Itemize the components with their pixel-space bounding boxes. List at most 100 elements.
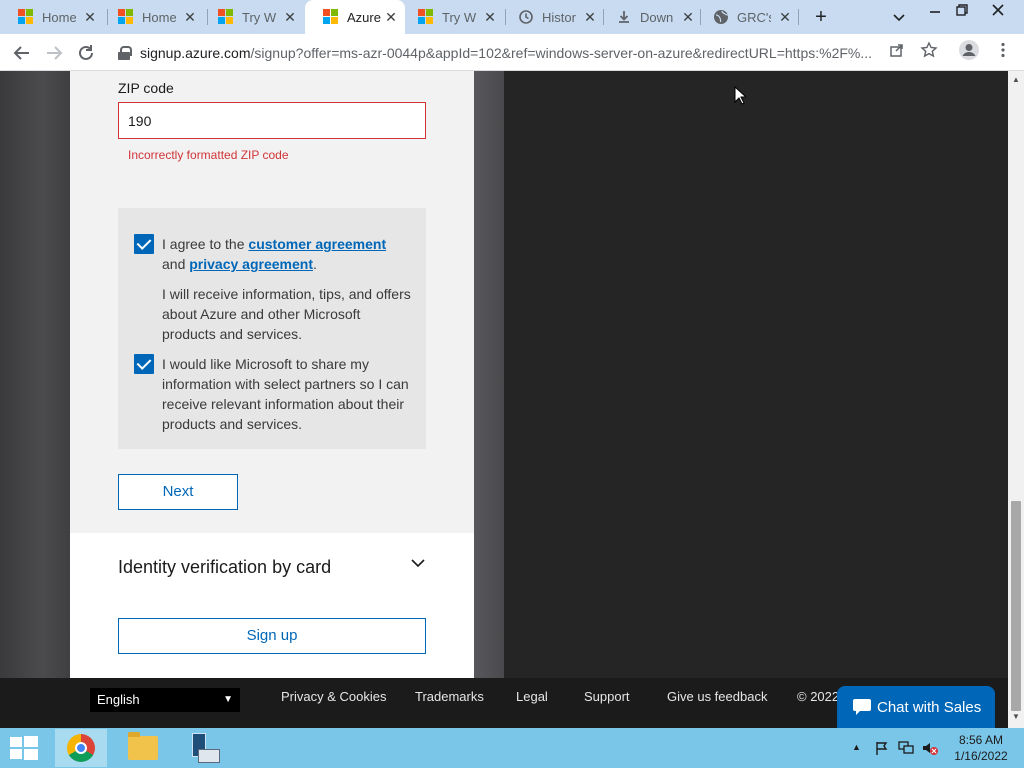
tab-search-chevron-icon[interactable] [890, 8, 908, 26]
next-button[interactable]: Next [118, 474, 238, 510]
copyright-text: © 2022 [797, 689, 840, 704]
microsoft-logo-icon [18, 9, 34, 25]
bookmark-star-icon[interactable] [920, 41, 938, 59]
scroll-up-arrow-icon[interactable]: ▲ [1012, 75, 1020, 84]
tab-azure[interactable]: Azure ✕ [305, 0, 405, 34]
back-arrow-icon[interactable] [10, 41, 34, 65]
signup-form-panel: ZIP code Incorrectly formatted ZIP code … [70, 71, 474, 533]
trademarks-link[interactable]: Trademarks [415, 689, 484, 704]
tab-downloads[interactable]: Downl ✕ [598, 0, 702, 34]
system-clock[interactable]: 8:56 AM 1/16/2022 [948, 732, 1014, 764]
zip-code-error: Incorrectly formatted ZIP code [128, 148, 289, 162]
tab-history[interactable]: Histor ✕ [500, 0, 604, 34]
taskbar-chrome[interactable] [55, 729, 107, 767]
reload-icon[interactable] [74, 41, 98, 65]
chevron-down-icon[interactable] [410, 555, 426, 571]
customer-agreement-link[interactable]: customer agreement [248, 236, 386, 252]
share-info-text: I would like Microsoft to share my infor… [162, 356, 409, 432]
privacy-agreement-link[interactable]: privacy agreement [189, 256, 313, 272]
taskbar-server-manager[interactable] [178, 729, 230, 767]
tray-overflow-icon[interactable]: ▲ [852, 742, 861, 752]
profile-avatar-icon[interactable] [958, 39, 980, 61]
volume-muted-icon[interactable] [921, 740, 939, 756]
network-icon[interactable] [898, 740, 914, 756]
tab-title: GRC's [737, 9, 771, 25]
windows-taskbar: ▲ 8:56 AM 1/16/2022 [0, 728, 1024, 768]
close-tab-icon[interactable]: ✕ [680, 9, 696, 25]
action-center-flag-icon[interactable] [874, 740, 890, 756]
tab-strip: Home ✕ Home ✕ Try Wi ✕ Azure ✕ Try Wi ✕ … [0, 0, 1024, 34]
minimize-icon[interactable] [920, 0, 950, 20]
clock-time: 8:56 AM [958, 733, 1004, 747]
mouse-cursor-icon [734, 86, 746, 105]
chrome-icon [67, 734, 95, 762]
language-select[interactable]: English ▼ [90, 688, 240, 712]
share-icon[interactable] [888, 41, 906, 59]
address-bar[interactable]: signup.azure.com/signup?offer=ms-azr-004… [110, 38, 950, 67]
identity-verification-section: Identity verification by card Sign up [70, 533, 474, 678]
tab-home-1[interactable]: Home ✕ [0, 0, 104, 34]
tab-title: Azure [347, 9, 381, 25]
background-image [0, 71, 70, 678]
agree-suffix: . [312, 256, 317, 272]
tab-home-2[interactable]: Home ✕ [100, 0, 204, 34]
tab-try-windows-2[interactable]: Try Wi ✕ [400, 0, 504, 34]
share-info-checkbox[interactable] [134, 354, 154, 374]
zip-code-input[interactable] [118, 102, 426, 139]
close-tab-icon[interactable]: ✕ [383, 9, 399, 25]
taskbar-file-explorer[interactable] [117, 729, 169, 767]
close-tab-icon[interactable]: ✕ [582, 9, 598, 25]
lock-icon[interactable] [118, 45, 132, 60]
page-scrollbar[interactable]: ▲ ▼ [1008, 71, 1024, 728]
language-value: English [97, 692, 140, 707]
agree-text: I agree to the customer agreement and pr… [162, 234, 412, 274]
tab-grc[interactable]: GRC's ✕ [695, 0, 799, 34]
agree-prefix: I agree to the [162, 236, 249, 252]
tab-title: Downl [640, 9, 674, 25]
tab-separator [798, 9, 799, 25]
microsoft-logo-icon [218, 9, 234, 25]
chat-bubble-icon [853, 699, 871, 715]
more-menu-icon[interactable] [994, 41, 1012, 59]
close-window-icon[interactable] [983, 0, 1013, 20]
tab-try-windows-1[interactable]: Try Wi ✕ [200, 0, 304, 34]
tab-title: Home [42, 9, 76, 25]
tab-title: Try Wi [242, 9, 276, 25]
legal-link[interactable]: Legal [516, 689, 548, 704]
agree-checkbox[interactable] [134, 234, 154, 254]
url-path: /signup?offer=ms-azr-0044p&appId=102&ref… [250, 44, 873, 61]
scroll-down-arrow-icon[interactable]: ▼ [1012, 712, 1020, 721]
new-tab-button[interactable]: + [810, 6, 832, 28]
background-image [504, 71, 1008, 678]
close-tab-icon[interactable]: ✕ [82, 9, 98, 25]
history-icon [519, 10, 533, 24]
close-tab-icon[interactable]: ✕ [282, 9, 298, 25]
windows-start-icon[interactable] [10, 736, 38, 760]
microsoft-logo-icon [418, 9, 434, 25]
globe-icon [714, 10, 729, 24]
background-image [474, 71, 504, 678]
support-link[interactable]: Support [584, 689, 630, 704]
chat-with-sales-button[interactable]: Chat with Sales [837, 686, 995, 728]
feedback-link[interactable]: Give us feedback [667, 689, 767, 704]
download-icon [619, 11, 629, 23]
identity-verification-heading[interactable]: Identity verification by card [118, 557, 331, 578]
url-host: signup.azure.com [140, 44, 251, 61]
close-tab-icon[interactable]: ✕ [182, 9, 198, 25]
browser-toolbar: signup.azure.com/signup?offer=ms-azr-004… [0, 34, 1024, 71]
tab-title: Home [142, 9, 176, 25]
forward-arrow-icon[interactable] [42, 41, 66, 65]
microsoft-logo-icon [118, 9, 134, 25]
restore-icon[interactable] [947, 0, 977, 20]
agree-and: and [162, 256, 190, 272]
close-tab-icon[interactable]: ✕ [482, 9, 498, 25]
sign-up-button[interactable]: Sign up [118, 618, 426, 654]
close-tab-icon[interactable]: ✕ [777, 9, 793, 25]
marketing-info-text: I will receive information, tips, and of… [162, 286, 411, 342]
scroll-thumb[interactable] [1011, 501, 1021, 711]
chevron-down-icon: ▼ [223, 694, 233, 705]
privacy-cookies-link[interactable]: Privacy & Cookies [281, 689, 386, 704]
page-footer: English ▼ Privacy & Cookies Trademarks L… [0, 678, 1008, 728]
folder-icon [128, 732, 158, 760]
url-text[interactable]: signup.azure.com/signup?offer=ms-azr-004… [140, 45, 880, 61]
